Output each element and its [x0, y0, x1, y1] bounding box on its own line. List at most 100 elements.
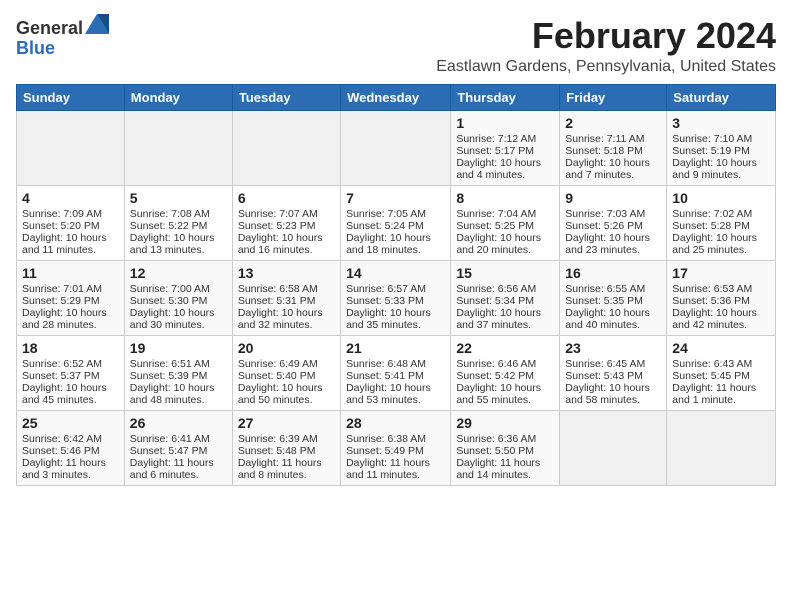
calendar-cell: 1Sunrise: 7:12 AMSunset: 5:17 PMDaylight…	[451, 110, 560, 185]
cell-content-line: Sunset: 5:24 PM	[346, 220, 445, 232]
day-number: 7	[346, 190, 445, 206]
day-number: 6	[238, 190, 335, 206]
day-number: 21	[346, 340, 445, 356]
cell-content-line: Sunset: 5:40 PM	[238, 370, 335, 382]
cell-content-line: Sunrise: 7:04 AM	[456, 208, 554, 220]
calendar-cell: 2Sunrise: 7:11 AMSunset: 5:18 PMDaylight…	[560, 110, 667, 185]
cell-content-line: Sunrise: 6:55 AM	[565, 283, 661, 295]
cell-content-line: Daylight: 11 hours	[346, 457, 445, 469]
calendar-cell	[124, 110, 232, 185]
cell-content-line: and 13 minutes.	[130, 244, 227, 256]
cell-content-line: Sunrise: 6:38 AM	[346, 433, 445, 445]
cell-content-line: Sunrise: 7:10 AM	[672, 133, 770, 145]
cell-content-line: Daylight: 10 hours	[456, 307, 554, 319]
cell-content-line: Sunset: 5:48 PM	[238, 445, 335, 457]
day-number: 11	[22, 265, 119, 281]
cell-content-line: Daylight: 10 hours	[672, 157, 770, 169]
cell-content-line: Sunset: 5:35 PM	[565, 295, 661, 307]
calendar-cell: 6Sunrise: 7:07 AMSunset: 5:23 PMDaylight…	[232, 185, 340, 260]
cell-content-line: Sunset: 5:33 PM	[346, 295, 445, 307]
day-number: 12	[130, 265, 227, 281]
calendar-cell: 21Sunrise: 6:48 AMSunset: 5:41 PMDayligh…	[341, 335, 451, 410]
calendar-cell: 12Sunrise: 7:00 AMSunset: 5:30 PMDayligh…	[124, 260, 232, 335]
cell-content-line: and 4 minutes.	[456, 169, 554, 181]
header-sunday: Sunday	[17, 84, 125, 110]
header-wednesday: Wednesday	[341, 84, 451, 110]
cell-content-line: and 18 minutes.	[346, 244, 445, 256]
cell-content-line: Sunrise: 7:02 AM	[672, 208, 770, 220]
cell-content-line: Sunrise: 6:39 AM	[238, 433, 335, 445]
day-number: 22	[456, 340, 554, 356]
cell-content-line: Daylight: 10 hours	[565, 232, 661, 244]
cell-content-line: Daylight: 10 hours	[22, 232, 119, 244]
calendar-cell: 8Sunrise: 7:04 AMSunset: 5:25 PMDaylight…	[451, 185, 560, 260]
cell-content-line: Sunset: 5:28 PM	[672, 220, 770, 232]
calendar-cell: 22Sunrise: 6:46 AMSunset: 5:42 PMDayligh…	[451, 335, 560, 410]
calendar-cell: 10Sunrise: 7:02 AMSunset: 5:28 PMDayligh…	[667, 185, 776, 260]
cell-content-line: Sunset: 5:39 PM	[130, 370, 227, 382]
cell-content-line: Sunset: 5:37 PM	[22, 370, 119, 382]
cell-content-line: Sunset: 5:17 PM	[456, 145, 554, 157]
cell-content-line: Sunset: 5:25 PM	[456, 220, 554, 232]
cell-content-line: Daylight: 10 hours	[672, 232, 770, 244]
day-number: 14	[346, 265, 445, 281]
cell-content-line: and 45 minutes.	[22, 394, 119, 406]
cell-content-line: Daylight: 10 hours	[22, 382, 119, 394]
calendar-cell: 16Sunrise: 6:55 AMSunset: 5:35 PMDayligh…	[560, 260, 667, 335]
cell-content-line: Daylight: 10 hours	[130, 232, 227, 244]
cell-content-line: and 3 minutes.	[22, 469, 119, 481]
cell-content-line: and 7 minutes.	[565, 169, 661, 181]
day-number: 24	[672, 340, 770, 356]
cell-content-line: Daylight: 11 hours	[672, 382, 770, 394]
day-number: 18	[22, 340, 119, 356]
cell-content-line: and 58 minutes.	[565, 394, 661, 406]
cell-content-line: Daylight: 10 hours	[456, 157, 554, 169]
cell-content-line: Sunrise: 7:03 AM	[565, 208, 661, 220]
calendar-cell: 24Sunrise: 6:43 AMSunset: 5:45 PMDayligh…	[667, 335, 776, 410]
cell-content-line: and 25 minutes.	[672, 244, 770, 256]
cell-content-line: and 42 minutes.	[672, 319, 770, 331]
calendar-header-row: SundayMondayTuesdayWednesdayThursdayFrid…	[17, 84, 776, 110]
day-number: 17	[672, 265, 770, 281]
calendar-cell: 18Sunrise: 6:52 AMSunset: 5:37 PMDayligh…	[17, 335, 125, 410]
cell-content-line: and 1 minute.	[672, 394, 770, 406]
cell-content-line: Daylight: 10 hours	[346, 307, 445, 319]
cell-content-line: Sunrise: 6:58 AM	[238, 283, 335, 295]
cell-content-line: Sunrise: 7:09 AM	[22, 208, 119, 220]
day-number: 27	[238, 415, 335, 431]
cell-content-line: Sunset: 5:19 PM	[672, 145, 770, 157]
cell-content-line: Sunrise: 6:46 AM	[456, 358, 554, 370]
cell-content-line: Daylight: 10 hours	[456, 382, 554, 394]
week-row-3: 18Sunrise: 6:52 AMSunset: 5:37 PMDayligh…	[17, 335, 776, 410]
calendar-cell: 20Sunrise: 6:49 AMSunset: 5:40 PMDayligh…	[232, 335, 340, 410]
cell-content-line: and 37 minutes.	[456, 319, 554, 331]
cell-content-line: Daylight: 10 hours	[346, 382, 445, 394]
week-row-1: 4Sunrise: 7:09 AMSunset: 5:20 PMDaylight…	[17, 185, 776, 260]
cell-content-line: Sunset: 5:49 PM	[346, 445, 445, 457]
calendar-cell	[232, 110, 340, 185]
day-number: 16	[565, 265, 661, 281]
cell-content-line: Daylight: 10 hours	[456, 232, 554, 244]
cell-content-line: and 48 minutes.	[130, 394, 227, 406]
cell-content-line: Sunrise: 7:11 AM	[565, 133, 661, 145]
calendar-cell: 19Sunrise: 6:51 AMSunset: 5:39 PMDayligh…	[124, 335, 232, 410]
day-number: 29	[456, 415, 554, 431]
cell-content-line: Sunrise: 6:56 AM	[456, 283, 554, 295]
day-number: 9	[565, 190, 661, 206]
cell-content-line: Sunset: 5:20 PM	[22, 220, 119, 232]
cell-content-line: Sunrise: 6:49 AM	[238, 358, 335, 370]
cell-content-line: Daylight: 11 hours	[456, 457, 554, 469]
cell-content-line: and 50 minutes.	[238, 394, 335, 406]
cell-content-line: Daylight: 10 hours	[238, 307, 335, 319]
cell-content-line: Sunrise: 6:45 AM	[565, 358, 661, 370]
day-number: 28	[346, 415, 445, 431]
cell-content-line: and 16 minutes.	[238, 244, 335, 256]
cell-content-line: Sunset: 5:41 PM	[346, 370, 445, 382]
calendar-cell: 25Sunrise: 6:42 AMSunset: 5:46 PMDayligh…	[17, 410, 125, 485]
day-number: 19	[130, 340, 227, 356]
cell-content-line: Daylight: 10 hours	[130, 382, 227, 394]
cell-content-line: Sunrise: 6:42 AM	[22, 433, 119, 445]
calendar-body: 1Sunrise: 7:12 AMSunset: 5:17 PMDaylight…	[17, 110, 776, 485]
cell-content-line: Daylight: 11 hours	[22, 457, 119, 469]
cell-content-line: Daylight: 10 hours	[238, 382, 335, 394]
